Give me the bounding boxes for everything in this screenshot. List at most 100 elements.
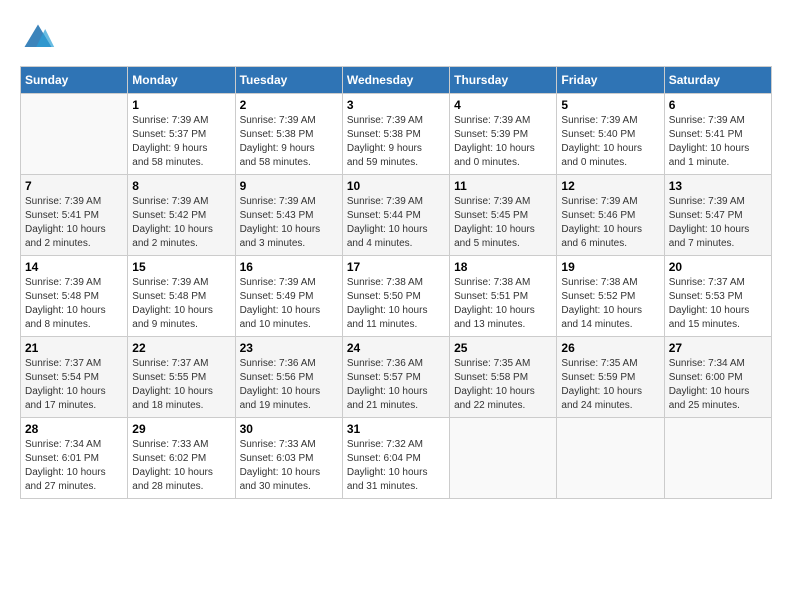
day-info: Sunrise: 7:33 AM Sunset: 6:02 PM Dayligh… xyxy=(132,438,230,494)
day-number: 8 xyxy=(132,179,230,193)
day-number: 2 xyxy=(240,98,338,112)
calendar-week-row: 21 Sunrise: 7:37 AM Sunset: 5:54 PM Dayli… xyxy=(21,337,772,418)
day-number: 27 xyxy=(669,341,767,355)
day-number: 31 xyxy=(347,422,445,436)
calendar-cell: 5Sunrise: 7:39 AM Sunset: 5:40 PM Daylig… xyxy=(557,94,664,175)
day-info: Sunrise: 7:39 AM Sunset: 5:45 PM Dayligh… xyxy=(454,195,552,251)
weekday-header-wednesday: Wednesday xyxy=(342,67,449,94)
calendar-cell: 28Sunrise: 7:34 AM Sunset: 6:01 PM Dayli… xyxy=(21,418,128,499)
calendar-week-row: 28Sunrise: 7:34 AM Sunset: 6:01 PM Dayli… xyxy=(21,418,772,499)
day-number: 23 xyxy=(240,341,338,355)
calendar-cell: 8Sunrise: 7:39 AM Sunset: 5:42 PM Daylig… xyxy=(128,175,235,256)
calendar-cell: 22 Sunrise: 7:37 AM Sunset: 5:55 PM Dayli… xyxy=(128,337,235,418)
calendar-cell: 3Sunrise: 7:39 AM Sunset: 5:38 PM Daylig… xyxy=(342,94,449,175)
calendar-cell: 26 Sunrise: 7:35 AM Sunset: 5:59 PM Dayli… xyxy=(557,337,664,418)
day-number: 26 xyxy=(561,341,659,355)
calendar-cell: 30 Sunrise: 7:33 AM Sunset: 6:03 PM Dayli… xyxy=(235,418,342,499)
calendar-cell: 13 Sunrise: 7:39 AM Sunset: 5:47 PM Dayli… xyxy=(664,175,771,256)
day-info: Sunrise: 7:39 AM Sunset: 5:44 PM Dayligh… xyxy=(347,195,445,251)
calendar-cell: 9 Sunrise: 7:39 AM Sunset: 5:43 PM Daylig… xyxy=(235,175,342,256)
day-number: 24 xyxy=(347,341,445,355)
weekday-header-saturday: Saturday xyxy=(664,67,771,94)
day-info: Sunrise: 7:39 AM Sunset: 5:48 PM Dayligh… xyxy=(25,276,123,332)
calendar-cell: 12Sunrise: 7:39 AM Sunset: 5:46 PM Dayli… xyxy=(557,175,664,256)
logo-icon xyxy=(20,20,56,56)
day-number: 4 xyxy=(454,98,552,112)
day-info: Sunrise: 7:39 AM Sunset: 5:43 PM Dayligh… xyxy=(240,195,338,251)
calendar-cell: 11 Sunrise: 7:39 AM Sunset: 5:45 PM Dayli… xyxy=(450,175,557,256)
calendar-cell: 31 Sunrise: 7:32 AM Sunset: 6:04 PM Dayli… xyxy=(342,418,449,499)
day-info: Sunrise: 7:39 AM Sunset: 5:41 PM Dayligh… xyxy=(669,114,767,170)
calendar-cell: 19 Sunrise: 7:38 AM Sunset: 5:52 PM Dayli… xyxy=(557,256,664,337)
day-number: 29 xyxy=(132,422,230,436)
calendar-week-row: 14 Sunrise: 7:39 AM Sunset: 5:48 PM Dayli… xyxy=(21,256,772,337)
day-number: 16 xyxy=(240,260,338,274)
calendar-cell xyxy=(450,418,557,499)
day-number: 3 xyxy=(347,98,445,112)
calendar-cell: 20 Sunrise: 7:37 AM Sunset: 5:53 PM Dayli… xyxy=(664,256,771,337)
day-number: 7 xyxy=(25,179,123,193)
day-info: Sunrise: 7:39 AM Sunset: 5:47 PM Dayligh… xyxy=(669,195,767,251)
day-info: Sunrise: 7:39 AM Sunset: 5:40 PM Dayligh… xyxy=(561,114,659,170)
day-info: Sunrise: 7:39 AM Sunset: 5:37 PM Dayligh… xyxy=(132,114,230,170)
day-number: 10 xyxy=(347,179,445,193)
weekday-header-row: SundayMondayTuesdayWednesdayThursdayFrid… xyxy=(21,67,772,94)
day-info: Sunrise: 7:35 AM Sunset: 5:58 PM Dayligh… xyxy=(454,357,552,413)
day-info: Sunrise: 7:36 AM Sunset: 5:56 PM Dayligh… xyxy=(240,357,338,413)
day-number: 21 xyxy=(25,341,123,355)
calendar-cell: 1 Sunrise: 7:39 AM Sunset: 5:37 PM Daylig… xyxy=(128,94,235,175)
calendar-cell: 7Sunrise: 7:39 AM Sunset: 5:41 PM Daylig… xyxy=(21,175,128,256)
day-info: Sunrise: 7:35 AM Sunset: 5:59 PM Dayligh… xyxy=(561,357,659,413)
calendar-week-row: 7Sunrise: 7:39 AM Sunset: 5:41 PM Daylig… xyxy=(21,175,772,256)
day-info: Sunrise: 7:36 AM Sunset: 5:57 PM Dayligh… xyxy=(347,357,445,413)
calendar-week-row: 1 Sunrise: 7:39 AM Sunset: 5:37 PM Daylig… xyxy=(21,94,772,175)
calendar-cell: 4 Sunrise: 7:39 AM Sunset: 5:39 PM Daylig… xyxy=(450,94,557,175)
day-number: 28 xyxy=(25,422,123,436)
day-info: Sunrise: 7:38 AM Sunset: 5:52 PM Dayligh… xyxy=(561,276,659,332)
day-info: Sunrise: 7:34 AM Sunset: 6:00 PM Dayligh… xyxy=(669,357,767,413)
day-number: 14 xyxy=(25,260,123,274)
day-info: Sunrise: 7:37 AM Sunset: 5:54 PM Dayligh… xyxy=(25,357,123,413)
day-number: 6 xyxy=(669,98,767,112)
day-number: 19 xyxy=(561,260,659,274)
day-number: 18 xyxy=(454,260,552,274)
calendar-cell: 17Sunrise: 7:38 AM Sunset: 5:50 PM Dayli… xyxy=(342,256,449,337)
day-info: Sunrise: 7:39 AM Sunset: 5:39 PM Dayligh… xyxy=(454,114,552,170)
logo xyxy=(20,20,62,56)
day-info: Sunrise: 7:37 AM Sunset: 5:53 PM Dayligh… xyxy=(669,276,767,332)
weekday-header-sunday: Sunday xyxy=(21,67,128,94)
day-info: Sunrise: 7:32 AM Sunset: 6:04 PM Dayligh… xyxy=(347,438,445,494)
day-number: 11 xyxy=(454,179,552,193)
day-info: Sunrise: 7:39 AM Sunset: 5:48 PM Dayligh… xyxy=(132,276,230,332)
day-number: 30 xyxy=(240,422,338,436)
calendar-table: SundayMondayTuesdayWednesdayThursdayFrid… xyxy=(20,66,772,499)
calendar-cell: 23 Sunrise: 7:36 AM Sunset: 5:56 PM Dayli… xyxy=(235,337,342,418)
calendar-cell: 25 Sunrise: 7:35 AM Sunset: 5:58 PM Dayli… xyxy=(450,337,557,418)
calendar-cell xyxy=(557,418,664,499)
day-info: Sunrise: 7:38 AM Sunset: 5:51 PM Dayligh… xyxy=(454,276,552,332)
day-info: Sunrise: 7:37 AM Sunset: 5:55 PM Dayligh… xyxy=(132,357,230,413)
calendar-cell: 6 Sunrise: 7:39 AM Sunset: 5:41 PM Daylig… xyxy=(664,94,771,175)
calendar-cell: 14 Sunrise: 7:39 AM Sunset: 5:48 PM Dayli… xyxy=(21,256,128,337)
calendar-cell xyxy=(664,418,771,499)
calendar-cell: 21 Sunrise: 7:37 AM Sunset: 5:54 PM Dayli… xyxy=(21,337,128,418)
calendar-cell: 16Sunrise: 7:39 AM Sunset: 5:49 PM Dayli… xyxy=(235,256,342,337)
calendar-cell: 15Sunrise: 7:39 AM Sunset: 5:48 PM Dayli… xyxy=(128,256,235,337)
day-number: 25 xyxy=(454,341,552,355)
day-number: 13 xyxy=(669,179,767,193)
page-header xyxy=(20,20,772,56)
day-number: 20 xyxy=(669,260,767,274)
weekday-header-tuesday: Tuesday xyxy=(235,67,342,94)
calendar-cell: 2Sunrise: 7:39 AM Sunset: 5:38 PM Daylig… xyxy=(235,94,342,175)
calendar-cell: 24 Sunrise: 7:36 AM Sunset: 5:57 PM Dayli… xyxy=(342,337,449,418)
weekday-header-thursday: Thursday xyxy=(450,67,557,94)
calendar-cell: 10 Sunrise: 7:39 AM Sunset: 5:44 PM Dayli… xyxy=(342,175,449,256)
day-number: 1 xyxy=(132,98,230,112)
calendar-cell: 29 Sunrise: 7:33 AM Sunset: 6:02 PM Dayli… xyxy=(128,418,235,499)
day-info: Sunrise: 7:38 AM Sunset: 5:50 PM Dayligh… xyxy=(347,276,445,332)
day-number: 9 xyxy=(240,179,338,193)
day-info: Sunrise: 7:33 AM Sunset: 6:03 PM Dayligh… xyxy=(240,438,338,494)
day-number: 22 xyxy=(132,341,230,355)
calendar-cell xyxy=(21,94,128,175)
calendar-cell: 27 Sunrise: 7:34 AM Sunset: 6:00 PM Dayli… xyxy=(664,337,771,418)
